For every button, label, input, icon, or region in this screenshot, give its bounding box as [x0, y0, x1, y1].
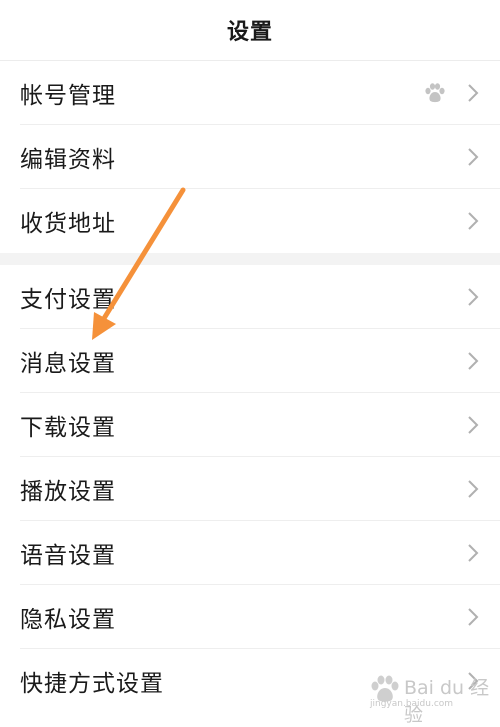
chevron-right-icon: [468, 608, 479, 626]
settings-item-shipping-address[interactable]: 收货地址: [0, 189, 500, 253]
chevron-right-icon: [468, 416, 479, 434]
nav-header: 设置: [0, 0, 500, 61]
settings-item-messages[interactable]: 消息设置: [0, 329, 500, 393]
settings-item-label: 消息设置: [20, 351, 116, 377]
chevron-right-icon: [468, 480, 479, 498]
baidu-jingyan-watermark: Bai du 经验 jingyan.baidu.com: [368, 673, 490, 726]
settings-item-label: 隐私设置: [20, 607, 116, 633]
settings-group-general: 支付设置 消息设置 下载设置 播放设置 语音设置 隐私设置 快捷方式设置: [0, 265, 500, 713]
settings-item-label: 编辑资料: [20, 147, 116, 173]
settings-item-privacy[interactable]: 隐私设置: [0, 585, 500, 649]
settings-item-label: 下载设置: [20, 415, 116, 441]
settings-item-label: 支付设置: [20, 287, 116, 313]
chevron-right-icon: [468, 544, 479, 562]
chevron-right-icon: [468, 288, 479, 306]
chevron-right-icon: [468, 352, 479, 370]
settings-item-edit-profile[interactable]: 编辑资料: [0, 125, 500, 189]
chevron-right-icon: [468, 148, 479, 166]
baidu-paw-icon: [425, 83, 445, 103]
settings-item-playback[interactable]: 播放设置: [0, 457, 500, 521]
chevron-right-icon: [468, 84, 479, 102]
settings-item-label: 播放设置: [20, 479, 116, 505]
settings-item-label: 收货地址: [20, 211, 116, 237]
settings-item-payment[interactable]: 支付设置: [0, 265, 500, 329]
settings-group-account: 帐号管理 编辑资料 收货地址: [0, 61, 500, 253]
settings-item-voice[interactable]: 语音设置: [0, 521, 500, 585]
watermark-url: jingyan.baidu.com: [370, 699, 454, 709]
chevron-right-icon: [468, 212, 479, 230]
settings-item-account-management[interactable]: 帐号管理: [0, 61, 500, 125]
page-title: 设置: [226, 20, 273, 45]
settings-item-label: 帐号管理: [20, 83, 116, 109]
section-divider: [0, 253, 500, 265]
settings-item-label: 语音设置: [20, 543, 116, 569]
settings-item-download[interactable]: 下载设置: [0, 393, 500, 457]
